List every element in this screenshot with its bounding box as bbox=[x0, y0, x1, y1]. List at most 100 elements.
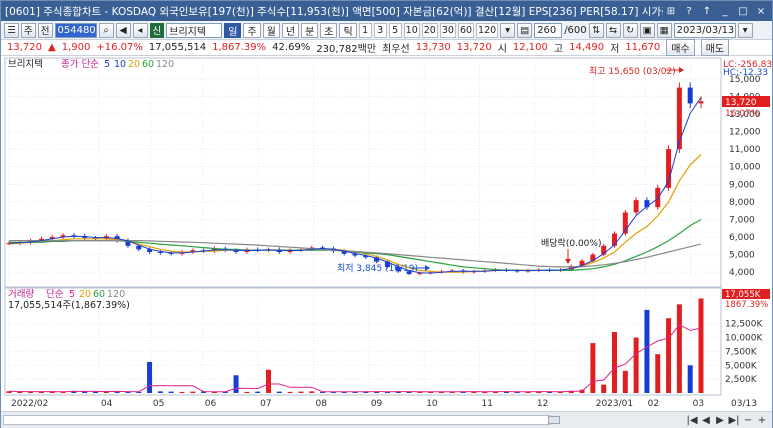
save-icon[interactable]: ▣ bbox=[639, 22, 655, 38]
price-tick-label: 8,000 bbox=[729, 198, 755, 208]
interval-5[interactable]: 5 bbox=[388, 22, 402, 38]
volume-legend-ma-5: 5 bbox=[69, 289, 75, 300]
close-icon[interactable]: × bbox=[753, 4, 769, 19]
x-tick-label: 08 bbox=[315, 399, 327, 409]
interval-dropdown-icon[interactable]: ▾ bbox=[500, 22, 516, 38]
volume-bar bbox=[309, 391, 315, 393]
scroll-track[interactable] bbox=[3, 415, 560, 425]
x-tick-label: 03 bbox=[693, 399, 704, 409]
search-icon[interactable]: ⌕ bbox=[98, 22, 114, 38]
volume-legend-ma-title: 단순 bbox=[46, 289, 64, 300]
volume-bar bbox=[244, 391, 250, 393]
volume-bar bbox=[633, 337, 639, 393]
volume-bar bbox=[179, 391, 185, 393]
buy-button[interactable]: 매수 bbox=[666, 39, 695, 56]
volume-bar bbox=[287, 391, 293, 393]
volume-bar bbox=[168, 391, 174, 393]
candle-body bbox=[698, 101, 704, 104]
volume-percent: 1,867.39% bbox=[212, 42, 267, 53]
volume-bar bbox=[644, 309, 650, 393]
trade-amount: 230,782백만 bbox=[316, 44, 377, 55]
price-legend-ma-5: 5 bbox=[104, 59, 110, 70]
volume-value: 17,055,514 bbox=[148, 42, 207, 53]
open-price: 12,100 bbox=[512, 42, 548, 53]
x-tick-label: 09 bbox=[371, 399, 383, 409]
scroll-prev-icon[interactable]: ◀ bbox=[700, 415, 712, 426]
x-tick-label: 03/13 bbox=[731, 399, 757, 409]
volume-legend-ma-20: 20 bbox=[79, 289, 91, 300]
grid-icon[interactable]: ⊞ bbox=[663, 4, 679, 19]
stock-name-field[interactable]: 브리지텍 bbox=[166, 22, 223, 38]
low-price: 11,670 bbox=[625, 42, 661, 53]
volume-bar bbox=[233, 375, 239, 393]
volume-bar bbox=[157, 391, 163, 393]
volume-bar bbox=[655, 354, 661, 393]
mode-select-b[interactable]: 전 bbox=[37, 22, 53, 38]
zoom-icon[interactable]: ⇅ bbox=[588, 22, 604, 38]
sound-icon[interactable]: ◀ bbox=[115, 22, 131, 38]
interval-3[interactable]: 3 bbox=[373, 22, 387, 38]
refresh-icon[interactable]: ↻ bbox=[622, 22, 638, 38]
price-tick-label: 10,000 bbox=[729, 163, 761, 173]
scroll-last-icon[interactable]: ▶| bbox=[728, 415, 740, 426]
x-tick-label: 05 bbox=[153, 399, 164, 409]
help-icon[interactable]: ? bbox=[681, 4, 697, 19]
volume-legend-ma-60: 60 bbox=[93, 289, 105, 300]
stock-code-input[interactable]: 054480 bbox=[54, 22, 97, 38]
interval-120[interactable]: 120 bbox=[476, 22, 499, 38]
minimize-icon[interactable]: _ bbox=[717, 4, 733, 19]
interval-10[interactable]: 10 bbox=[403, 22, 420, 38]
mode-select-a[interactable]: 주 bbox=[21, 22, 36, 38]
scroll-first-icon[interactable]: |◀ bbox=[686, 415, 698, 426]
candle-body bbox=[136, 245, 142, 250]
calendar-icon[interactable]: ▦ bbox=[656, 22, 672, 38]
price-tick-label: 7,000 bbox=[729, 215, 755, 225]
prev-stock-icon[interactable]: ◂ bbox=[132, 22, 148, 38]
date-picker-icon[interactable]: ▾ bbox=[737, 22, 753, 38]
volume-bar bbox=[147, 361, 153, 393]
count-max: /600 bbox=[564, 24, 587, 36]
sell-button[interactable]: 매도 bbox=[700, 39, 730, 56]
scroll-thumb[interactable] bbox=[548, 416, 560, 424]
title-bar[interactable]: [0601] 주식종합차트 - KOSDAQ 외국인보유[197(천)] 주식수… bbox=[1, 1, 772, 21]
tab-period-month[interactable]: 월 bbox=[262, 22, 280, 38]
tab-period-day[interactable]: 일 bbox=[224, 22, 242, 38]
volume-bar bbox=[266, 369, 271, 393]
volume-bar bbox=[612, 332, 617, 393]
chart-scrollbar[interactable]: |◀ ◀ ▶ ▶| − + bbox=[1, 411, 772, 428]
price-tick-label: 12,000 bbox=[729, 128, 761, 138]
pin-icon[interactable]: ↑ bbox=[699, 4, 715, 19]
count-input[interactable]: 260 bbox=[534, 22, 563, 38]
zoom-out-icon[interactable]: − bbox=[742, 415, 754, 426]
scroll-next-icon[interactable]: ▶ bbox=[714, 415, 726, 426]
interval-60[interactable]: 60 bbox=[457, 22, 475, 38]
best-ask: 13,730 bbox=[415, 42, 451, 53]
toolbar: ☰ 주 전 054480 ⌕ ◀ ◂ 신 브리지텍 일 주 월 년 분 초 틱 … bbox=[1, 21, 772, 40]
interval-1[interactable]: 1 bbox=[358, 22, 372, 38]
chart-area[interactable]: 15,00014,00013,00012,00011,00010,0009,00… bbox=[1, 56, 772, 411]
interval-30[interactable]: 30 bbox=[439, 22, 456, 38]
best-quote-label: 최우선 bbox=[382, 44, 410, 55]
volume-tick-label: 12,500K bbox=[725, 320, 763, 330]
price-bar: 13,720 ▲ 1,900 +16.07% 17,055,514 1,867.… bbox=[1, 39, 772, 56]
tab-period-second[interactable]: 초 bbox=[320, 22, 338, 38]
tab-period-tick[interactable]: 틱 bbox=[339, 22, 357, 38]
candle-body bbox=[655, 187, 661, 208]
zoom-in-icon[interactable]: + bbox=[756, 415, 768, 426]
volume-bar bbox=[698, 298, 704, 393]
volume-tick-label: 7,500K bbox=[725, 347, 758, 357]
high-price: 14,490 bbox=[569, 42, 605, 53]
menu-icon[interactable]: ☰ bbox=[4, 22, 19, 38]
maximize-icon[interactable]: □ bbox=[735, 4, 751, 19]
stock-chart[interactable]: 15,00014,00013,00012,00011,00010,0009,00… bbox=[1, 56, 772, 411]
compare-icon[interactable]: ⇆ bbox=[605, 22, 621, 38]
tab-period-week[interactable]: 주 bbox=[243, 22, 261, 38]
tab-period-year[interactable]: 년 bbox=[281, 22, 300, 38]
volume-legend-ma-120: 120 bbox=[107, 289, 125, 300]
interval-20[interactable]: 20 bbox=[421, 22, 438, 38]
period-settings-icon[interactable]: ▤ bbox=[517, 22, 533, 38]
x-tick-label: 2023/01 bbox=[596, 399, 633, 409]
last-volume-label: 17,055K bbox=[725, 290, 761, 300]
tab-period-minute[interactable]: 분 bbox=[301, 22, 319, 38]
date-input[interactable]: 2023/03/13 bbox=[673, 22, 736, 38]
